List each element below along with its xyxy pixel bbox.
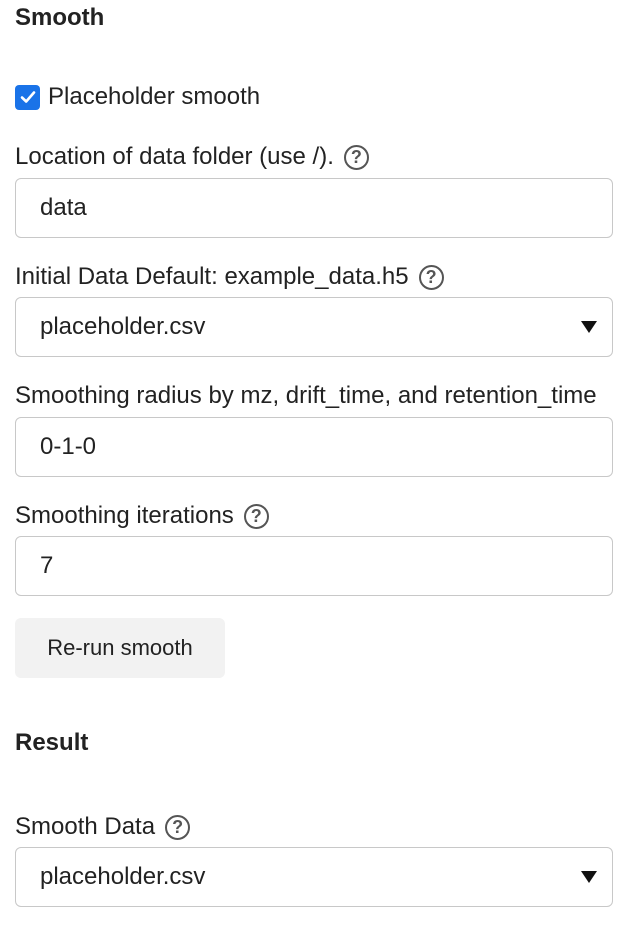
help-icon[interactable]: ? (243, 503, 269, 529)
smoothing-radius-value: 0-1-0 (40, 433, 97, 460)
smooth-data-label-text: Smooth Data (15, 813, 156, 840)
data-folder-value: data (40, 194, 87, 221)
smooth-data-label: Smooth Data ? (15, 813, 191, 841)
checkmark-icon (20, 91, 35, 103)
smoothing-iterations-input[interactable]: 7 (15, 536, 613, 596)
initial-data-label-text: Initial Data Default: example_data.h5 (15, 263, 409, 290)
initial-data-label: Initial Data Default: example_data.h5 ? (15, 263, 444, 291)
smoothing-iterations-value: 7 (40, 552, 54, 579)
help-icon[interactable]: ? (165, 814, 191, 840)
data-folder-label-text: Location of data folder (use /). (15, 143, 334, 170)
data-folder-label: Location of data folder (use /). ? (15, 143, 369, 171)
smoothing-iterations-label: Smoothing iterations ? (15, 502, 269, 530)
smooth-section-title: Smooth (15, 4, 105, 31)
result-section-title: Result (15, 729, 89, 756)
rerun-smooth-button[interactable]: Re-run smooth (15, 618, 225, 678)
data-folder-input[interactable]: data (15, 178, 613, 238)
placeholder-smooth-checkbox-row[interactable]: Placeholder smooth (15, 83, 260, 111)
dropdown-arrow-icon (581, 321, 597, 333)
smoothing-iterations-label-text: Smoothing iterations (15, 502, 234, 529)
smooth-data-selected-value: placeholder.csv (40, 863, 206, 890)
placeholder-smooth-label: Placeholder smooth (48, 83, 261, 110)
placeholder-smooth-checkbox[interactable] (15, 84, 40, 110)
smoothing-radius-input[interactable]: 0-1-0 (15, 417, 613, 477)
dropdown-arrow-icon (581, 871, 597, 883)
help-icon[interactable]: ? (343, 144, 369, 170)
smoothing-radius-label: Smoothing radius by mz, drift_time, and … (15, 382, 597, 410)
initial-data-selected-value: placeholder.csv (40, 313, 206, 340)
smooth-data-select[interactable]: placeholder.csv (15, 847, 613, 907)
help-icon[interactable]: ? (418, 264, 444, 290)
initial-data-select[interactable]: placeholder.csv (15, 297, 613, 357)
smoothing-radius-label-text: Smoothing radius by mz, drift_time, and … (15, 382, 597, 409)
smooth-panel: Smooth Placeholder smooth Location of da… (0, 0, 644, 944)
